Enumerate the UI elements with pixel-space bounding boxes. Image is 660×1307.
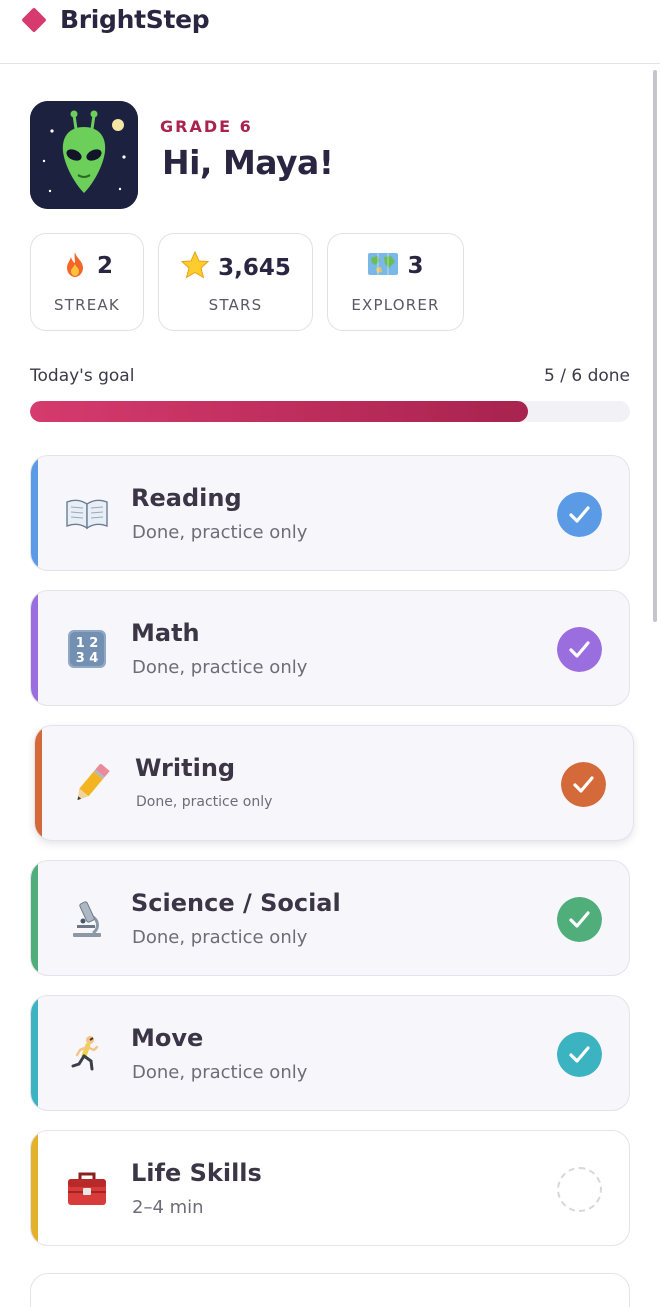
toolbox-icon xyxy=(68,1172,106,1205)
subject-status: Done, practice only xyxy=(132,657,308,678)
goal-progress-bar xyxy=(30,401,630,422)
star-icon xyxy=(180,250,210,279)
explorer-stat-card[interactable]: 3 EXPLORER xyxy=(327,233,464,331)
subject-status: Done, practice only xyxy=(132,522,308,543)
scrollbar[interactable] xyxy=(653,70,657,622)
card-accent xyxy=(31,996,38,1110)
avatar[interactable] xyxy=(30,101,138,209)
fire-icon xyxy=(66,252,83,277)
explorer-label: EXPLORER xyxy=(351,296,440,314)
card-accent xyxy=(31,591,38,705)
subject-duration: 2–4 min xyxy=(132,1197,204,1218)
book-icon xyxy=(66,499,108,530)
grade-label: GRADE 6 xyxy=(160,117,253,136)
subject-card-science-social[interactable]: Science / Social Done, practice only xyxy=(30,860,630,976)
streak-label: STREAK xyxy=(54,296,120,314)
subject-title: Move xyxy=(131,1024,204,1052)
goal-label: Today's goal xyxy=(30,366,135,386)
subject-status: Done, practice only xyxy=(132,927,308,948)
check-icon xyxy=(561,762,606,807)
subject-title: Math xyxy=(131,619,200,647)
explorer-value: 3 xyxy=(407,253,424,279)
microscope-icon xyxy=(73,901,101,937)
top-bar: BrightStep xyxy=(0,0,660,64)
streak-value: 2 xyxy=(96,253,113,279)
map-icon xyxy=(368,253,399,275)
check-icon xyxy=(557,897,602,942)
subject-status: Done, practice only xyxy=(136,794,273,810)
subject-card-reading[interactable]: Reading Done, practice only xyxy=(30,455,630,571)
pending-circle-icon xyxy=(557,1167,602,1212)
subject-status: Done, practice only xyxy=(132,1062,308,1083)
subject-card-math[interactable]: 1 2 3 4 Math Done, practice only xyxy=(30,590,630,706)
numbers-icon: 1 2 3 4 xyxy=(68,630,106,668)
check-icon xyxy=(557,1032,602,1077)
subject-title: Reading xyxy=(131,484,242,512)
check-icon xyxy=(557,492,602,537)
stars-value: 3,645 xyxy=(218,255,291,281)
subject-card-next-partial[interactable] xyxy=(30,1273,630,1307)
card-accent xyxy=(31,1131,38,1245)
alien-avatar-icon xyxy=(30,101,138,209)
greeting-heading: Hi, Maya! xyxy=(162,143,334,182)
card-accent xyxy=(31,456,38,570)
subject-title: Writing xyxy=(135,754,236,782)
pencil-icon xyxy=(77,764,110,801)
check-icon xyxy=(557,627,602,672)
subject-title: Science / Social xyxy=(131,889,341,917)
card-accent xyxy=(35,726,42,840)
goal-progress-fill xyxy=(30,401,528,422)
subject-card-life-skills[interactable]: Life Skills 2–4 min xyxy=(30,1130,630,1246)
svg-text:1 2: 1 2 xyxy=(76,636,99,651)
logo-diamond-icon xyxy=(21,7,47,33)
runner-icon xyxy=(71,1036,99,1071)
subject-card-writing[interactable]: Writing Done, practice only xyxy=(34,725,634,841)
subject-card-move[interactable]: Move Done, practice only xyxy=(30,995,630,1111)
card-accent xyxy=(31,861,38,975)
app-logo-text[interactable]: BrightStep xyxy=(60,5,210,34)
stars-label: STARS xyxy=(208,296,263,314)
subject-title: Life Skills xyxy=(131,1159,262,1187)
stars-stat-card[interactable]: 3,645 STARS xyxy=(158,233,313,331)
svg-text:3 4: 3 4 xyxy=(76,651,99,666)
goal-progress-text: 5 / 6 done xyxy=(544,366,630,386)
streak-stat-card[interactable]: 2 STREAK xyxy=(30,233,144,331)
